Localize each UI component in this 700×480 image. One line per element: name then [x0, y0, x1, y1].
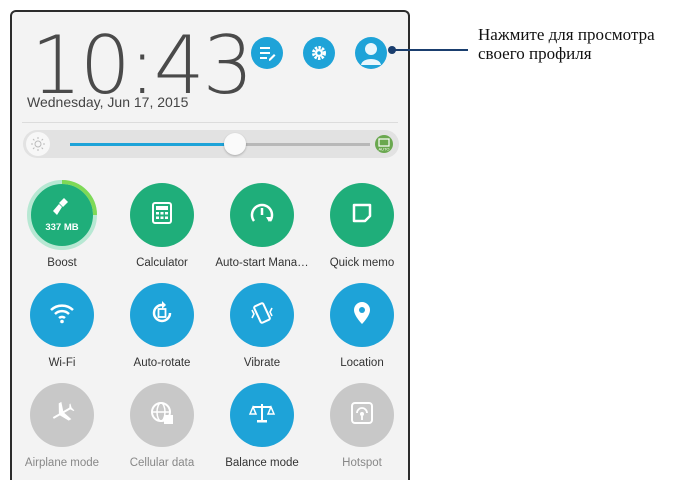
- tile-hotspot[interactable]: Hotspot: [312, 383, 408, 469]
- balance-scale-icon: [248, 401, 276, 430]
- tile-autostart-manager[interactable]: Auto-start Mana…: [212, 183, 312, 269]
- brightness-slider[interactable]: AUTO: [23, 130, 399, 158]
- tile-calculator[interactable]: Calculator: [112, 183, 212, 269]
- profile-button[interactable]: [355, 37, 387, 69]
- annotation-pointer-line: [392, 49, 468, 51]
- tile-label: Airplane mode: [24, 457, 100, 469]
- brightness-sun-icon: [26, 132, 50, 156]
- location-button[interactable]: [330, 283, 394, 347]
- vibrate-icon: [249, 300, 275, 331]
- tile-label: Quick memo: [329, 257, 395, 269]
- vibrate-button[interactable]: [230, 283, 294, 347]
- tile-label: Cellular data: [129, 457, 195, 469]
- tile-auto-rotate[interactable]: Auto-rotate: [112, 283, 212, 369]
- autostart-gauge-icon: [249, 201, 275, 230]
- balance-mode-button[interactable]: [230, 383, 294, 447]
- location-pin-icon: [353, 301, 371, 330]
- hotspot-button[interactable]: [330, 383, 394, 447]
- airplane-mode-button[interactable]: [30, 383, 94, 447]
- clock-date: Wednesday, Jun 17, 2015: [27, 94, 189, 110]
- auto-brightness-label: AUTO: [378, 147, 389, 152]
- tile-label: Wi-Fi: [48, 357, 76, 369]
- calculator-icon: [152, 201, 172, 229]
- brightness-track: [70, 143, 370, 146]
- header-divider: [22, 122, 398, 123]
- tile-label: Auto-rotate: [133, 357, 191, 369]
- calculator-button[interactable]: [130, 183, 194, 247]
- quick-settings-panel: 10:43 Wednesday, Jun 17, 2015 AUTO 337 M…: [10, 10, 410, 480]
- tile-label: Boost: [47, 257, 77, 269]
- autostart-button[interactable]: [230, 183, 294, 247]
- wifi-button[interactable]: [30, 283, 94, 347]
- tile-cellular-data[interactable]: Cellular data: [112, 383, 212, 469]
- tile-label: Location: [340, 357, 384, 369]
- tile-label: Hotspot: [342, 457, 382, 469]
- tile-label: Calculator: [136, 257, 188, 269]
- profile-annotation: Нажмите для просмотра своего профиля: [478, 25, 655, 63]
- settings-button[interactable]: [303, 37, 335, 69]
- rotate-icon: [149, 300, 175, 331]
- edit-tiles-button[interactable]: [251, 37, 283, 69]
- brightness-thumb[interactable]: [224, 133, 246, 155]
- cellular-data-button[interactable]: [130, 383, 194, 447]
- broom-icon: [45, 197, 78, 222]
- memo-icon: [352, 203, 372, 228]
- wifi-icon: [49, 302, 75, 329]
- tile-vibrate[interactable]: Vibrate: [212, 283, 312, 369]
- tile-airplane-mode[interactable]: Airplane mode: [12, 383, 112, 469]
- airplane-icon: [49, 400, 75, 431]
- edit-list-icon: [258, 44, 276, 62]
- tile-wifi[interactable]: Wi-Fi: [12, 283, 112, 369]
- boost-memory-value: 337 MB: [45, 222, 79, 233]
- tile-quick-memo[interactable]: Quick memo: [312, 183, 408, 269]
- brightness-fill: [70, 143, 235, 146]
- tile-label: Vibrate: [243, 357, 281, 369]
- tile-location[interactable]: Location: [312, 283, 408, 369]
- auto-brightness-toggle[interactable]: AUTO: [375, 135, 393, 153]
- quick-memo-button[interactable]: [330, 183, 394, 247]
- boost-button[interactable]: 337 MB: [27, 180, 97, 250]
- tile-label: Auto-start Mana…: [215, 257, 309, 269]
- tile-boost[interactable]: 337 MB Boost: [12, 180, 112, 269]
- tile-balance-mode[interactable]: Balance mode: [212, 383, 312, 469]
- auto-rotate-button[interactable]: [130, 283, 194, 347]
- globe-icon: [149, 400, 175, 431]
- gear-icon: [310, 44, 328, 62]
- user-avatar-icon: [360, 41, 382, 65]
- hotspot-icon: [350, 401, 374, 430]
- tile-label: Balance mode: [225, 457, 299, 469]
